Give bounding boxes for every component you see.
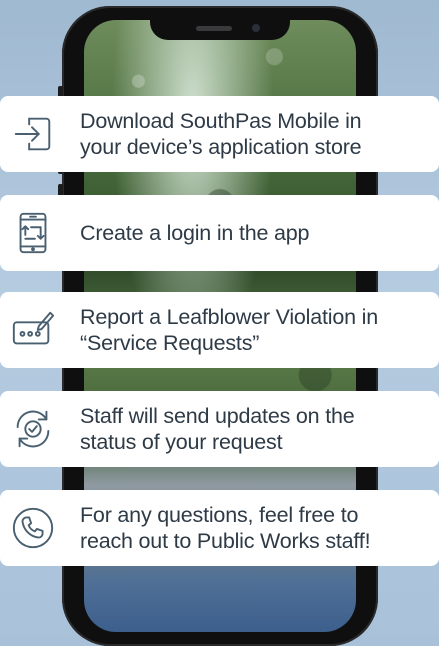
step-text: For any questions, feel free to reach ou… [80, 502, 431, 554]
step-card-download: Download SouthPas Mobile in your device’… [0, 96, 439, 172]
phone-notch [150, 8, 290, 40]
step-card-updates: Staff will send updates on the status of… [0, 391, 439, 467]
step-text: Report a Leafblower Violation in “Servic… [80, 304, 431, 356]
step-line: your device’s application store [80, 135, 362, 159]
step-line: Report a Leafblower Violation in [80, 305, 378, 329]
step-line: Create a login in the app [80, 221, 310, 245]
phone-call-icon [8, 503, 58, 553]
phone-transfer-icon [8, 208, 58, 258]
step-line: For any questions, feel free to [80, 503, 359, 527]
phone-speaker [196, 26, 232, 31]
step-text: Staff will send updates on the status of… [80, 403, 431, 455]
step-card-questions: For any questions, feel free to reach ou… [0, 490, 439, 566]
refresh-check-icon [8, 404, 58, 454]
step-line: “Service Requests” [80, 331, 260, 355]
step-card-report: Report a Leafblower Violation in “Servic… [0, 292, 439, 368]
step-line: reach out to Public Works staff! [80, 529, 371, 553]
step-text: Create a login in the app [80, 220, 431, 246]
step-line: Staff will send updates on the [80, 404, 355, 428]
login-arrow-icon [8, 109, 58, 159]
step-line: status of your request [80, 430, 283, 454]
phone-camera [252, 24, 260, 32]
step-line: Download SouthPas Mobile in [80, 109, 362, 133]
form-edit-icon [8, 305, 58, 355]
step-card-login: Create a login in the app [0, 195, 439, 271]
step-text: Download SouthPas Mobile in your device’… [80, 108, 431, 160]
